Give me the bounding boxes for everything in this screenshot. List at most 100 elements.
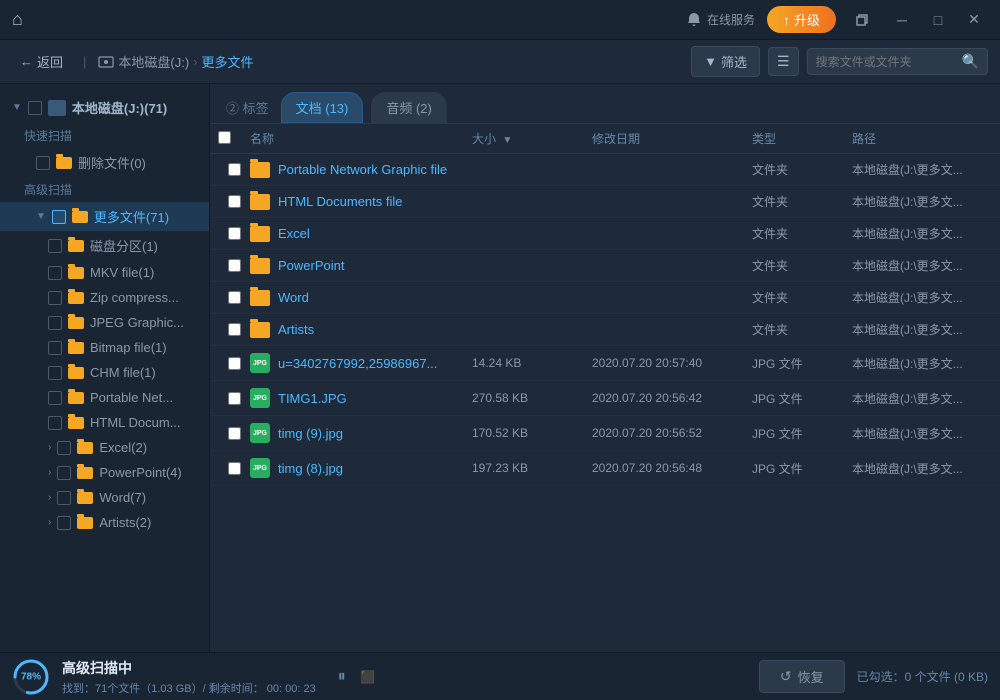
toolbar-right: ▼ 筛选 ☰ 🔍	[691, 46, 988, 77]
drive-breadcrumb-icon	[98, 54, 114, 70]
titlebar-right: 在线服务 ↑ 升级 ─ □ ✕	[686, 6, 988, 34]
file-name-2: Excel	[250, 226, 472, 242]
tab-doc[interactable]: 文档 (13)	[281, 92, 364, 123]
restore-label: 恢复	[798, 667, 824, 686]
more-files-folder-icon	[72, 211, 88, 223]
file-checkbox-4[interactable]	[228, 291, 241, 304]
upgrade-label: 升级	[794, 10, 820, 29]
tab-audio[interactable]: 音频 (2)	[371, 92, 447, 123]
file-checkbox-2[interactable]	[228, 227, 241, 240]
folder-icon-6	[68, 392, 84, 404]
upgrade-button[interactable]: ↑ 升级	[767, 6, 836, 33]
advanced-scan-label: 高级扫描	[24, 183, 72, 197]
file-checkbox-9[interactable]	[228, 462, 241, 475]
file-row-1[interactable]: HTML Documents file 文件夹 本地磁盘(J:\更多文...	[210, 186, 1000, 218]
file-checkbox-5[interactable]	[228, 323, 241, 336]
home-icon[interactable]: ⌂	[12, 9, 23, 30]
header-date-col[interactable]: 修改日期	[592, 130, 752, 147]
file-name-0: Portable Network Graphic file	[250, 162, 472, 178]
folder-icon-row0	[250, 162, 270, 178]
close-button[interactable]: ✕	[960, 6, 988, 34]
folder-icon-word	[77, 492, 93, 504]
drive-icon	[48, 100, 66, 116]
file-row-5[interactable]: Artists 文件夹 本地磁盘(J:\更多文...	[210, 314, 1000, 346]
file-row-3[interactable]: PowerPoint 文件夹 本地磁盘(J:\更多文...	[210, 250, 1000, 282]
file-row-4[interactable]: Word 文件夹 本地磁盘(J:\更多文...	[210, 282, 1000, 314]
search-box: 🔍	[807, 48, 988, 75]
quick-scan-label: 快速扫描	[24, 129, 72, 143]
file-row-0[interactable]: Portable Network Graphic file 文件夹 本地磁盘(J…	[210, 154, 1000, 186]
search-icon[interactable]: 🔍	[962, 53, 979, 70]
menu-button[interactable]: ☰	[768, 47, 799, 76]
search-input[interactable]	[816, 55, 956, 69]
sidebar-item-label-3: JPEG Graphic...	[90, 315, 184, 330]
sidebar-item-4[interactable]: Bitmap file(1)	[0, 335, 209, 360]
header-type-col[interactable]: 类型	[752, 130, 852, 147]
breadcrumb-arrow-icon: ›	[193, 54, 197, 69]
tab-audio-label: 音频 (2)	[386, 101, 432, 116]
sidebar-item-1[interactable]: MKV file(1)	[0, 260, 209, 285]
file-checkbox-8[interactable]	[228, 427, 241, 440]
jpg-icon-6: JPG	[250, 353, 270, 373]
sidebar-item-6[interactable]: Portable Net...	[0, 385, 209, 410]
file-path-0: 本地磁盘(J:\更多文...	[852, 161, 992, 178]
sidebar-item-label-ppt: PowerPoint(4)	[99, 465, 181, 480]
sidebar-deleted-files[interactable]: 删除文件(0)	[0, 148, 209, 177]
sidebar-item-label-word: Word(7)	[99, 490, 146, 505]
folder-icon-3	[68, 317, 84, 329]
status-bar: 78% 高级扫描中 找到：71个文件（1.03 GB）/ 剩余时间： 00: 0…	[0, 652, 1000, 700]
select-all-checkbox[interactable]	[218, 131, 231, 144]
main-area: ▼ 本地磁盘(J:)(71) 快速扫描 删除文件(0) 高级扫描 ▼ 更多文件(…	[0, 84, 1000, 652]
jpg-icon-9: JPG	[250, 458, 270, 478]
tab-doc-label: 文档 (13)	[296, 101, 349, 116]
folder-icon-row1	[250, 194, 270, 210]
breadcrumb-drive[interactable]: 本地磁盘(J:)	[118, 52, 189, 71]
file-row-2[interactable]: Excel 文件夹 本地磁盘(J:\更多文...	[210, 218, 1000, 250]
sidebar-drive[interactable]: ▼ 本地磁盘(J:)(71)	[0, 92, 209, 123]
file-name-7: JPG TIMG1.JPG	[250, 388, 472, 408]
sidebar-item-word[interactable]: › Word(7)	[0, 485, 209, 510]
file-checkbox-1[interactable]	[228, 195, 241, 208]
window-controls: ─ □ ✕	[888, 6, 988, 34]
minimize-button[interactable]: ─	[888, 6, 916, 34]
header-name-col[interactable]: 名称	[250, 130, 472, 147]
sidebar-item-label-1: MKV file(1)	[90, 265, 154, 280]
folder-icon-0	[68, 240, 84, 252]
folder-icon-1	[68, 267, 84, 279]
quick-scan-section[interactable]: 快速扫描	[0, 123, 209, 148]
file-row-9[interactable]: JPG timg (8).jpg 197.23 KB 2020.07.20 20…	[210, 451, 1000, 486]
more-files-label: 更多文件(71)	[94, 207, 169, 226]
online-service[interactable]: 在线服务	[686, 11, 755, 28]
file-row-8[interactable]: JPG timg (9).jpg 170.52 KB 2020.07.20 20…	[210, 416, 1000, 451]
sidebar-item-artists[interactable]: › Artists(2)	[0, 510, 209, 535]
file-row-7[interactable]: JPG TIMG1.JPG 270.58 KB 2020.07.20 20:56…	[210, 381, 1000, 416]
sidebar-item-0[interactable]: 磁盘分区(1)	[0, 231, 209, 260]
pause-button[interactable]: ⏸	[332, 667, 352, 687]
sidebar-more-files[interactable]: ▼ 更多文件(71)	[0, 202, 209, 231]
sidebar-item-excel[interactable]: › Excel(2)	[0, 435, 209, 460]
progress-circle: 78%	[12, 658, 50, 696]
stop-button[interactable]: ⬛	[358, 667, 378, 687]
sidebar-item-7[interactable]: HTML Docum...	[0, 410, 209, 435]
file-name-6: JPG u=3402767992,25986967...	[250, 353, 472, 373]
filter-button[interactable]: ▼ 筛选	[691, 46, 760, 77]
breadcrumb-current: 更多文件	[202, 52, 254, 71]
file-row-6[interactable]: JPG u=3402767992,25986967... 14.24 KB 20…	[210, 346, 1000, 381]
restore-window-button[interactable]	[848, 6, 876, 34]
back-button[interactable]: ← 返回	[12, 48, 71, 75]
advanced-scan-section[interactable]: 高级扫描	[0, 177, 209, 202]
sidebar-item-ppt[interactable]: › PowerPoint(4)	[0, 460, 209, 485]
sidebar-item-2[interactable]: Zip compress...	[0, 285, 209, 310]
sidebar-item-5[interactable]: CHM file(1)	[0, 360, 209, 385]
sidebar-item-3[interactable]: JPEG Graphic...	[0, 310, 209, 335]
file-checkbox-0[interactable]	[228, 163, 241, 176]
maximize-button[interactable]: □	[924, 6, 952, 34]
restore-button[interactable]: ↺ 恢复	[759, 660, 845, 693]
header-size-col: 大小 ▼	[472, 130, 592, 147]
file-list: Portable Network Graphic file 文件夹 本地磁盘(J…	[210, 154, 1000, 652]
file-checkbox-3[interactable]	[228, 259, 241, 272]
file-checkbox-6[interactable]	[228, 357, 241, 370]
header-path-col[interactable]: 路径	[852, 130, 992, 147]
file-name-1: HTML Documents file	[250, 194, 472, 210]
file-checkbox-7[interactable]	[228, 392, 241, 405]
